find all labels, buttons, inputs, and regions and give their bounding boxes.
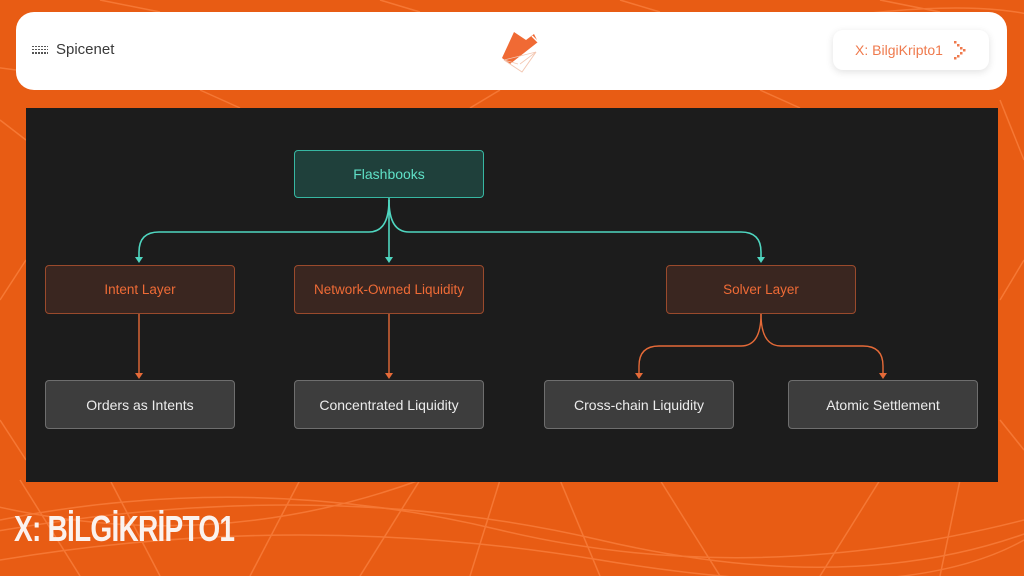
arrowhead-atomic	[879, 373, 887, 379]
node-label: Intent Layer	[104, 282, 176, 297]
node-orders-as-intents[interactable]: Orders as Intents	[45, 380, 235, 429]
arrowhead-solver-layer	[757, 257, 765, 263]
social-handle-label: X: BilgiKripto1	[855, 42, 943, 58]
node-flashbooks[interactable]: Flashbooks	[294, 150, 484, 198]
brand-name: Spicenet	[56, 41, 115, 58]
edge-root-to-intent-layer	[138, 199, 390, 258]
root-edges	[138, 198, 762, 258]
arrowhead-crosschain	[635, 373, 643, 379]
node-label: Concentrated Liquidity	[319, 396, 459, 413]
arrowhead-orders	[135, 373, 143, 379]
edge-solver-to-crosschain	[638, 313, 762, 374]
node-intent-layer[interactable]: Intent Layer	[45, 265, 235, 314]
node-label: Solver Layer	[723, 282, 799, 297]
node-label: Atomic Settlement	[826, 396, 940, 413]
edge-solver-to-atomic	[760, 313, 884, 374]
node-label: Flashbooks	[353, 166, 425, 182]
arrowhead-intent-layer	[135, 257, 143, 263]
arrowhead-network-owned-liquidity	[385, 257, 393, 263]
layer-edges	[138, 313, 884, 374]
edge-root-to-solver-layer	[388, 199, 762, 258]
spicenet-envelope-logo-icon	[502, 32, 539, 73]
node-label: Orders as Intents	[86, 396, 194, 413]
dotted-menu-icon	[32, 45, 48, 54]
arrowhead-concentrated	[385, 373, 393, 379]
node-label: Network-Owned Liquidity	[313, 282, 465, 297]
node-cross-chain-liquidity[interactable]: Cross-chain Liquidity	[544, 380, 734, 429]
top-bar: Spicenet X: BilgiKripto1	[16, 12, 1007, 90]
brand[interactable]: Spicenet	[32, 41, 114, 58]
node-label: Cross-chain Liquidity	[574, 396, 704, 413]
social-handle-button[interactable]: X: BilgiKripto1	[833, 30, 989, 70]
node-solver-layer[interactable]: Solver Layer	[666, 265, 856, 314]
watermark-handle: X: BİLGİKRİPTO1	[14, 508, 235, 549]
node-network-owned-liquidity[interactable]: Network-Owned Liquidity	[294, 265, 484, 314]
node-concentrated-liquidity[interactable]: Concentrated Liquidity	[294, 380, 484, 429]
diagram-panel: Flashbooks Intent Layer Network-Owned Li…	[26, 108, 998, 482]
chevron-right-icon	[953, 41, 966, 60]
node-atomic-settlement[interactable]: Atomic Settlement	[788, 380, 978, 429]
